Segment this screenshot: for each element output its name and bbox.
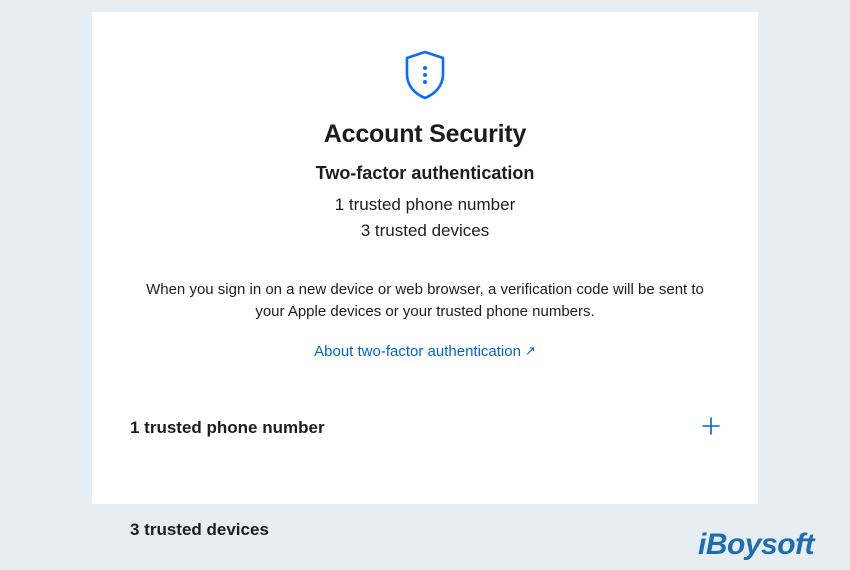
about-two-factor-link[interactable]: About two-factor authentication ↗	[314, 343, 536, 360]
trusted-phone-summary: 1 trusted phone number	[130, 192, 720, 218]
add-phone-button[interactable]	[702, 417, 720, 440]
two-factor-subtitle: Two-factor authentication	[130, 163, 720, 184]
trusted-phone-label: 1 trusted phone number	[130, 418, 325, 438]
link-label: About two-factor authentication	[314, 343, 521, 360]
trusted-devices-section: 3 trusted devices	[130, 504, 720, 556]
shield-icon	[130, 50, 720, 100]
plus-icon	[702, 417, 720, 435]
trusted-devices-summary: 3 trusted devices	[130, 218, 720, 244]
header-block: Account Security Two-factor authenticati…	[130, 50, 720, 243]
about-link-row: About two-factor authentication ↗	[130, 343, 720, 361]
section-spacer	[130, 456, 720, 504]
external-link-icon: ↗	[525, 343, 536, 359]
watermark-logo: iBoysoft	[698, 528, 814, 562]
trusted-devices-label: 3 trusted devices	[130, 520, 269, 540]
account-security-card: Account Security Two-factor authenticati…	[92, 12, 758, 504]
page-title: Account Security	[130, 120, 720, 149]
two-factor-description: When you sign in on a new device or web …	[135, 279, 715, 323]
trusted-phone-section: 1 trusted phone number	[130, 401, 720, 456]
